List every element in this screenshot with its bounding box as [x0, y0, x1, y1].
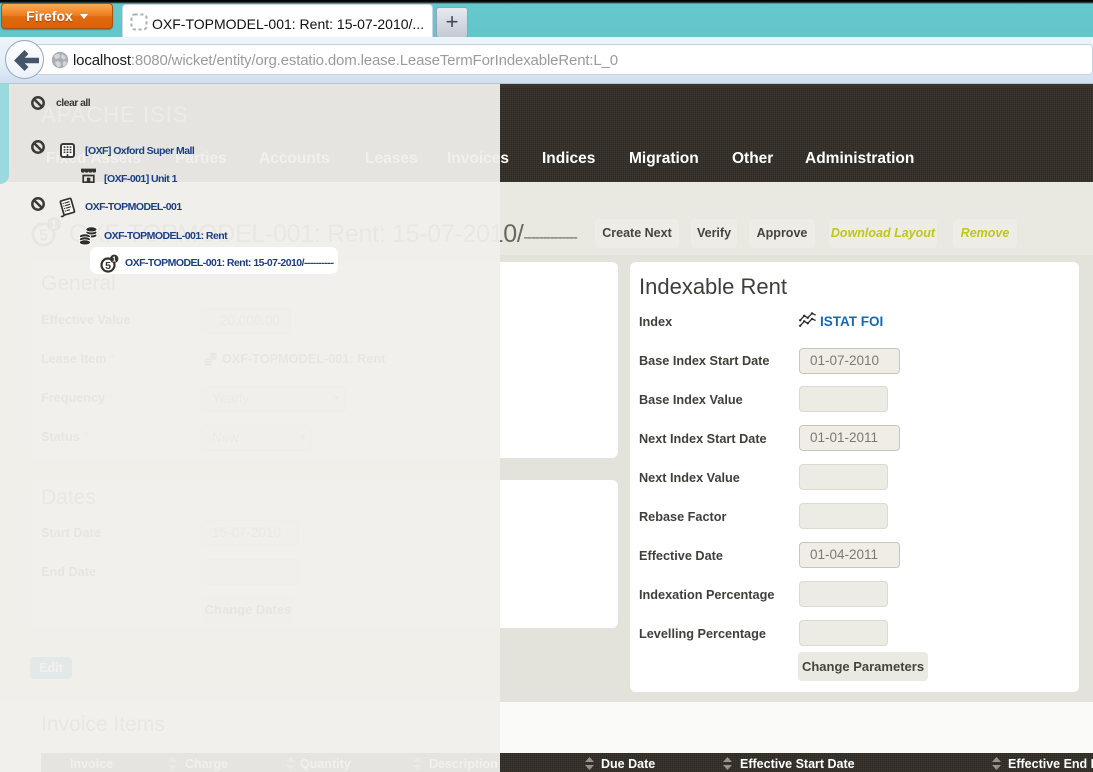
svg-text:5: 5	[105, 260, 111, 272]
svg-text:1: 1	[112, 256, 116, 263]
